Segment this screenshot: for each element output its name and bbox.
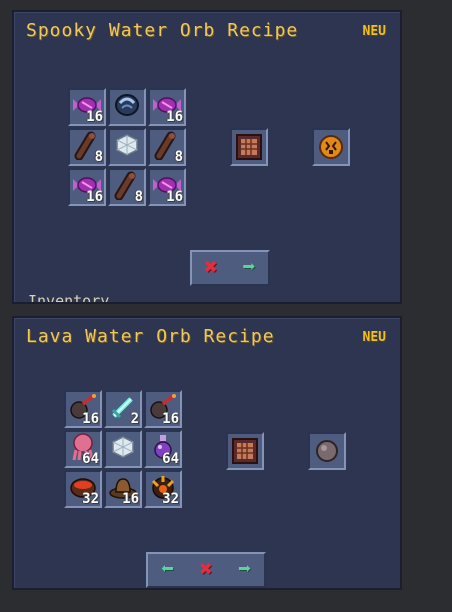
item-count: 16 bbox=[122, 491, 139, 507]
recipe-slot[interactable]: 8 bbox=[68, 128, 106, 166]
recipe-slot[interactable]: 16 bbox=[148, 168, 186, 206]
recipe-panel-spooky: Spooky Water Orb Recipe NEU 16 16 8 8 16 8 16 … bbox=[12, 10, 402, 304]
item-count: 16 bbox=[86, 109, 103, 125]
crafting-station-slot[interactable] bbox=[230, 128, 268, 166]
next-arrow-button[interactable]: ➡ bbox=[242, 257, 255, 279]
recipe-slot[interactable]: 32 bbox=[64, 470, 102, 508]
prev-arrow-button[interactable]: ⬅ bbox=[161, 559, 174, 581]
recipe-slot[interactable]: 16 bbox=[68, 168, 106, 206]
item-count: 8 bbox=[134, 189, 143, 205]
recipe-slot[interactable]: 16 bbox=[68, 88, 106, 126]
close-button[interactable]: ✖ bbox=[199, 559, 212, 581]
item-count: 16 bbox=[86, 189, 103, 205]
recipe-slot[interactable] bbox=[108, 128, 146, 166]
diamond-block-icon bbox=[115, 133, 139, 161]
close-button[interactable]: ✖ bbox=[204, 257, 217, 279]
spooky-orb-icon bbox=[319, 135, 343, 159]
item-count: 16 bbox=[82, 411, 99, 427]
item-count: 8 bbox=[174, 149, 183, 165]
item-count: 32 bbox=[162, 491, 179, 507]
recipe-slot[interactable]: 8 bbox=[148, 128, 186, 166]
crafting-grid: 16 2 16 64 64 32 16 32 bbox=[64, 390, 182, 508]
water-orb-icon bbox=[113, 91, 141, 123]
recipe-slot[interactable]: 16 bbox=[104, 470, 142, 508]
panel-title: Lava Water Orb Recipe bbox=[26, 326, 275, 347]
crafting-grid: 16 16 8 8 16 8 16 bbox=[68, 88, 186, 206]
inventory-label: Inventory bbox=[28, 292, 110, 302]
item-count: 2 bbox=[130, 411, 139, 427]
next-arrow-button[interactable]: ➡ bbox=[238, 559, 251, 581]
recipe-slot[interactable] bbox=[108, 88, 146, 126]
recipe-slot[interactable]: 8 bbox=[108, 168, 146, 206]
recipe-slot[interactable]: 64 bbox=[144, 430, 182, 468]
navigation-bar: ✖ ➡ bbox=[190, 250, 270, 286]
crafting-table-icon bbox=[232, 438, 258, 464]
recipe-slot[interactable]: 16 bbox=[148, 88, 186, 126]
item-count: 64 bbox=[162, 451, 179, 467]
recipe-slot[interactable]: 2 bbox=[104, 390, 142, 428]
neu-badge[interactable]: NEU bbox=[363, 330, 386, 345]
result-slot[interactable] bbox=[312, 128, 350, 166]
item-count: 32 bbox=[82, 491, 99, 507]
item-count: 8 bbox=[94, 149, 103, 165]
navigation-bar: ⬅ ✖ ➡ bbox=[146, 552, 266, 588]
recipe-slot[interactable] bbox=[104, 430, 142, 468]
crafting-table-icon bbox=[236, 134, 262, 160]
recipe-slot[interactable]: 16 bbox=[64, 390, 102, 428]
item-count: 16 bbox=[162, 411, 179, 427]
recipe-panel-lava: Lava Water Orb Recipe NEU 16 2 16 64 64 32 16 3… bbox=[12, 316, 402, 590]
panel-title: Spooky Water Orb Recipe bbox=[26, 20, 299, 41]
crafting-station-slot[interactable] bbox=[226, 432, 264, 470]
recipe-slot[interactable]: 64 bbox=[64, 430, 102, 468]
result-slot[interactable] bbox=[308, 432, 346, 470]
gray-orb-icon bbox=[316, 440, 338, 462]
neu-badge[interactable]: NEU bbox=[363, 24, 386, 39]
item-count: 16 bbox=[166, 109, 183, 125]
item-count: 64 bbox=[82, 451, 99, 467]
diamond-block-icon bbox=[111, 435, 135, 463]
recipe-slot[interactable]: 32 bbox=[144, 470, 182, 508]
recipe-slot[interactable]: 16 bbox=[144, 390, 182, 428]
item-count: 16 bbox=[166, 189, 183, 205]
